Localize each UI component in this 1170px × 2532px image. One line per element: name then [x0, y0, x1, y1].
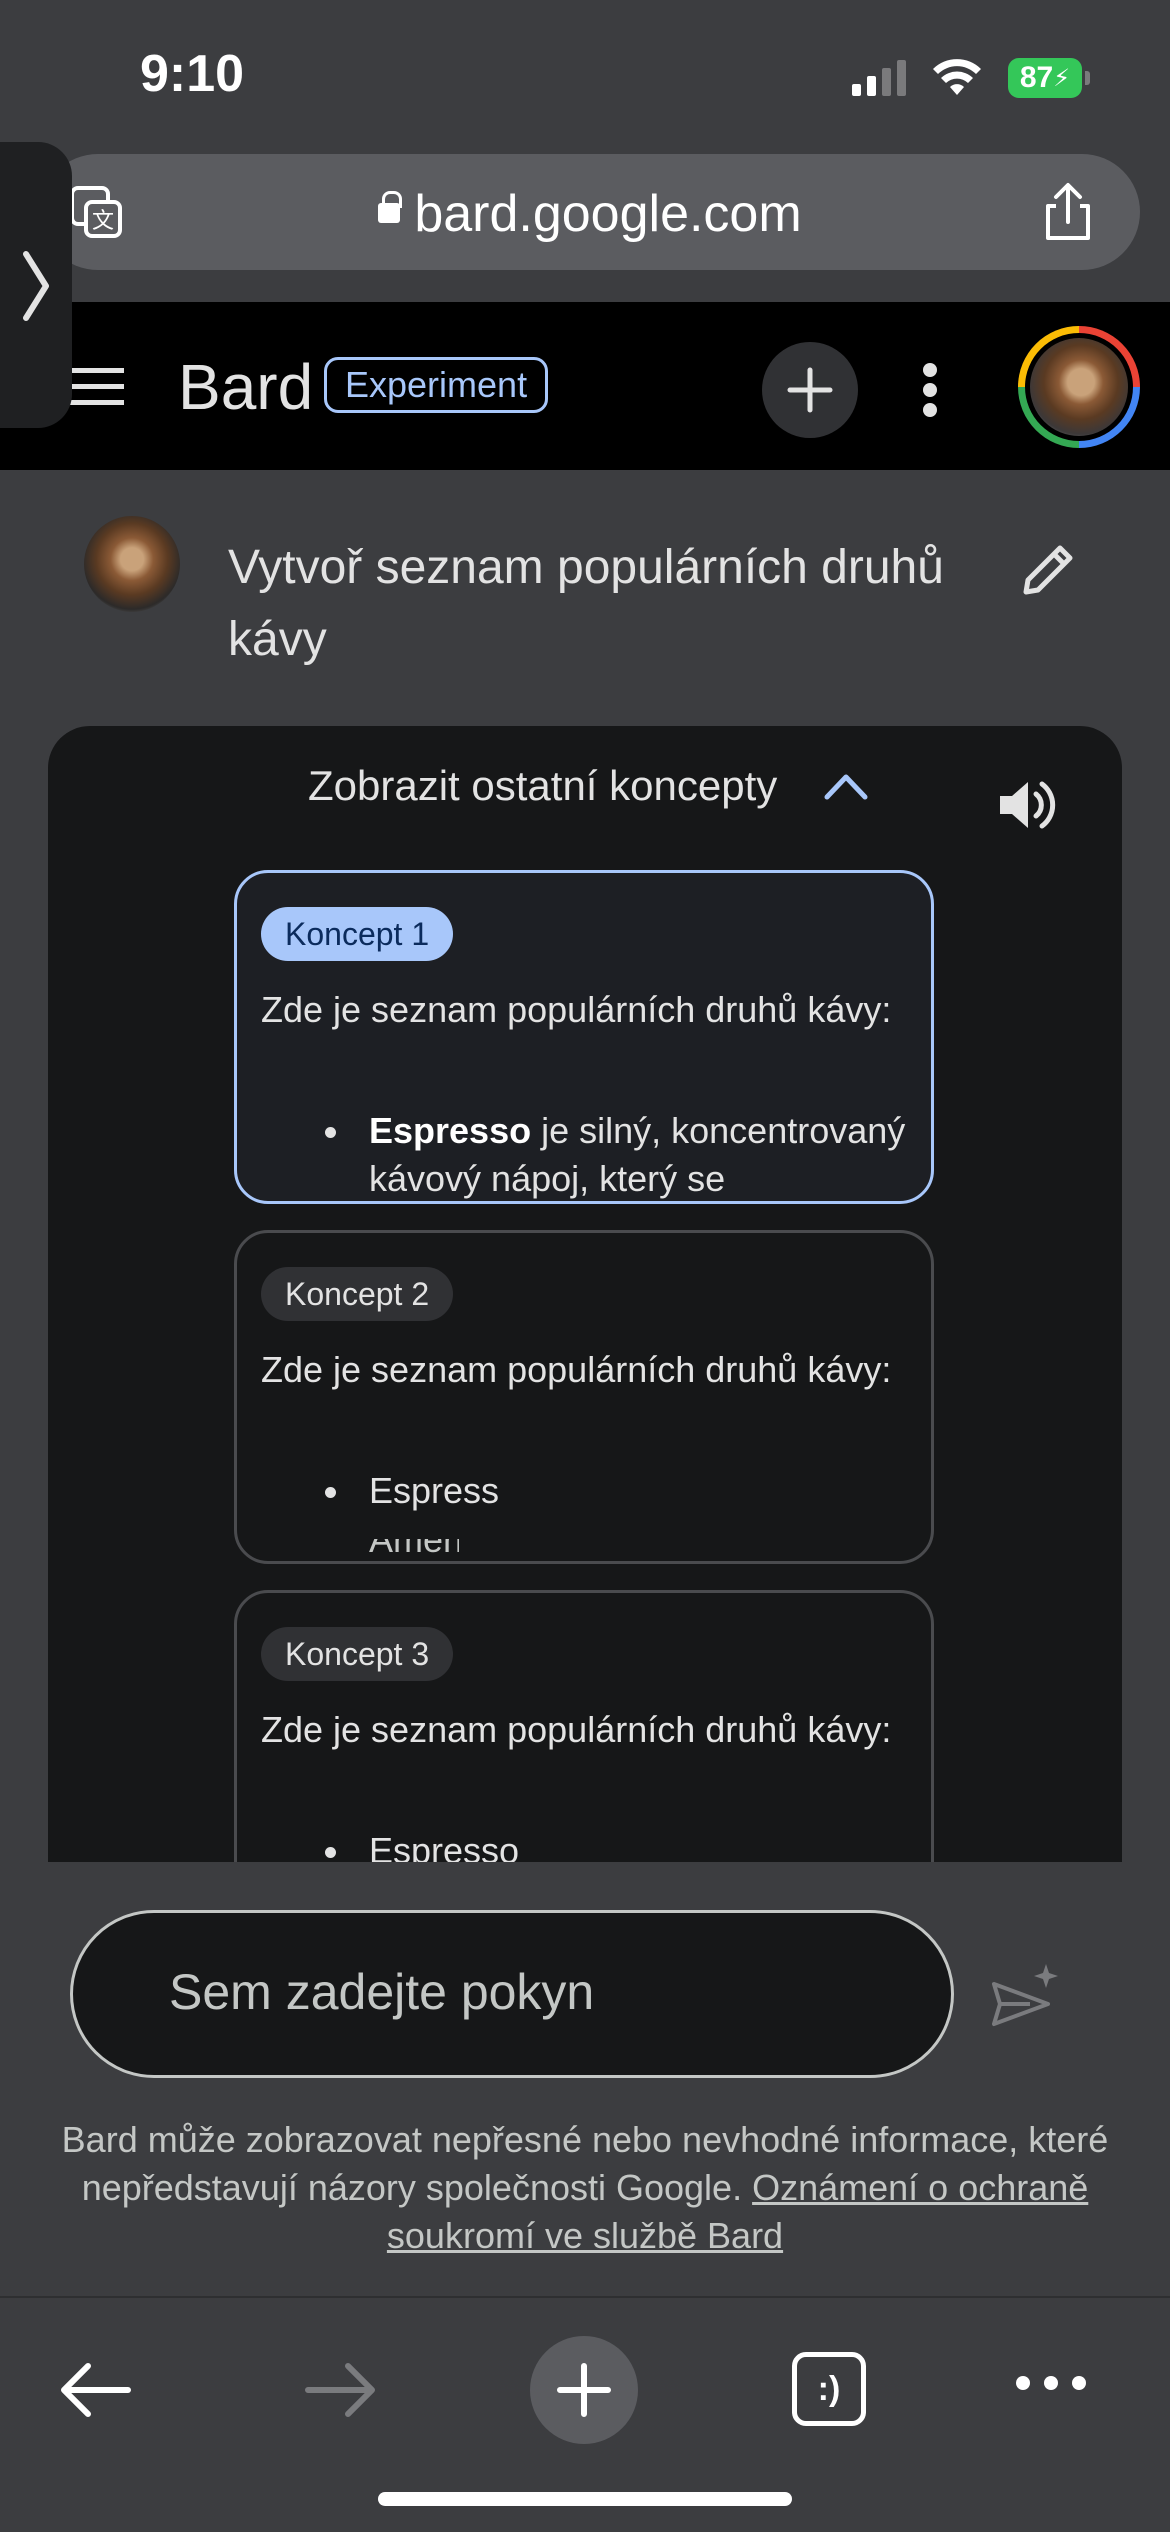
lock-icon	[378, 191, 403, 224]
chevron-right-icon	[23, 251, 49, 321]
draft-bullet: Espresso je silný, koncentrovaný kávový …	[325, 1107, 909, 1201]
conversation-area: Vytvoř seznam populárních druhů kávy Zob…	[0, 470, 1170, 1862]
input-row: Sem zadejte pokyn	[0, 1862, 1170, 2078]
edit-icon[interactable]	[1018, 538, 1080, 600]
drafts-toggle-label: Zobrazit ostatní koncepty	[308, 762, 778, 809]
share-icon[interactable]	[1036, 180, 1100, 244]
draft-label: Koncept 1	[261, 907, 454, 961]
more-vert-icon	[923, 363, 937, 417]
draft-label: Koncept 3	[261, 1627, 454, 1681]
home-indicator	[378, 2492, 792, 2506]
draft-bullet-bold: Espresso	[369, 1110, 532, 1151]
url-bar[interactable]: 文 bard.google.com	[40, 154, 1140, 270]
url-text: bard.google.com	[414, 185, 802, 243]
draft-bullet: Espress	[325, 1467, 909, 1515]
signal-icon	[852, 60, 906, 96]
battery-charging-icon: 87 ⚡	[1008, 58, 1090, 98]
prompt-input[interactable]: Sem zadejte pokyn	[70, 1910, 954, 2078]
draft-card-2[interactable]: Koncept 2 Zde je seznam populárních druh…	[234, 1230, 934, 1564]
disclaimer: Bard může zobrazovat nepřesné nebo nevho…	[60, 2116, 1110, 2260]
draft-trailing-text: Americano	[369, 1539, 459, 1559]
brand-title: Bard	[178, 351, 314, 423]
battery-level: 87	[1019, 61, 1054, 94]
avatar	[1030, 338, 1128, 436]
draft-label: Koncept 2	[261, 1267, 454, 1321]
account-avatar-button[interactable]	[1018, 326, 1140, 448]
draft-card-3[interactable]: Koncept 3 Zde je seznam populárních druh…	[234, 1590, 934, 1862]
draft-intro: Zde je seznam populárních druhů kávy:	[261, 1349, 892, 1390]
draft-bullet-text: Espress	[369, 1470, 500, 1511]
status-time: 9:10	[140, 45, 245, 103]
draft-card-1[interactable]: Koncept 1 Zde je seznam populárních druh…	[234, 870, 934, 1204]
prompt-input-placeholder: Sem zadejte pokyn	[169, 1964, 595, 2020]
draft-bullet-text: Espresso	[369, 1830, 520, 1862]
speaker-icon[interactable]	[996, 774, 1058, 836]
forward-arrow-icon[interactable]	[304, 2360, 378, 2420]
more-horiz-icon[interactable]	[1016, 2376, 1086, 2390]
draft-bullet: Espresso	[325, 1827, 909, 1862]
new-chat-button[interactable]	[762, 342, 858, 438]
new-tab-button[interactable]	[530, 2336, 638, 2444]
experiment-badge: Experiment	[324, 357, 549, 413]
menu-icon[interactable]	[70, 364, 124, 408]
draft-intro: Zde je seznam populárních druhů kávy:	[261, 989, 892, 1030]
url-address[interactable]: bard.google.com	[40, 184, 1140, 244]
back-arrow-icon[interactable]	[58, 2360, 132, 2420]
plus-icon	[787, 367, 833, 413]
send-icon[interactable]	[990, 1962, 1060, 2032]
chevron-up-icon	[824, 774, 868, 800]
user-prompt: Vytvoř seznam populárních druhů kávy	[228, 541, 944, 666]
plus-icon	[557, 2363, 611, 2417]
app-header: Bard Experiment	[0, 302, 1170, 470]
more-options-button[interactable]	[902, 354, 958, 426]
tabs-label: :)	[817, 2369, 841, 2408]
side-panel-tab[interactable]	[0, 142, 72, 428]
status-bar: 9:10 87 ⚡	[0, 0, 1170, 150]
status-icons: 87 ⚡	[852, 56, 1090, 100]
wifi-icon	[933, 59, 981, 95]
view-other-drafts-toggle[interactable]: Zobrazit ostatní koncepty	[308, 762, 869, 810]
user-avatar	[84, 516, 180, 612]
tabs-icon[interactable]: :)	[792, 2352, 866, 2426]
draft-trailing-line: Americano	[369, 1539, 459, 1559]
draft-intro: Zde je seznam populárních druhů kávy:	[261, 1709, 892, 1750]
